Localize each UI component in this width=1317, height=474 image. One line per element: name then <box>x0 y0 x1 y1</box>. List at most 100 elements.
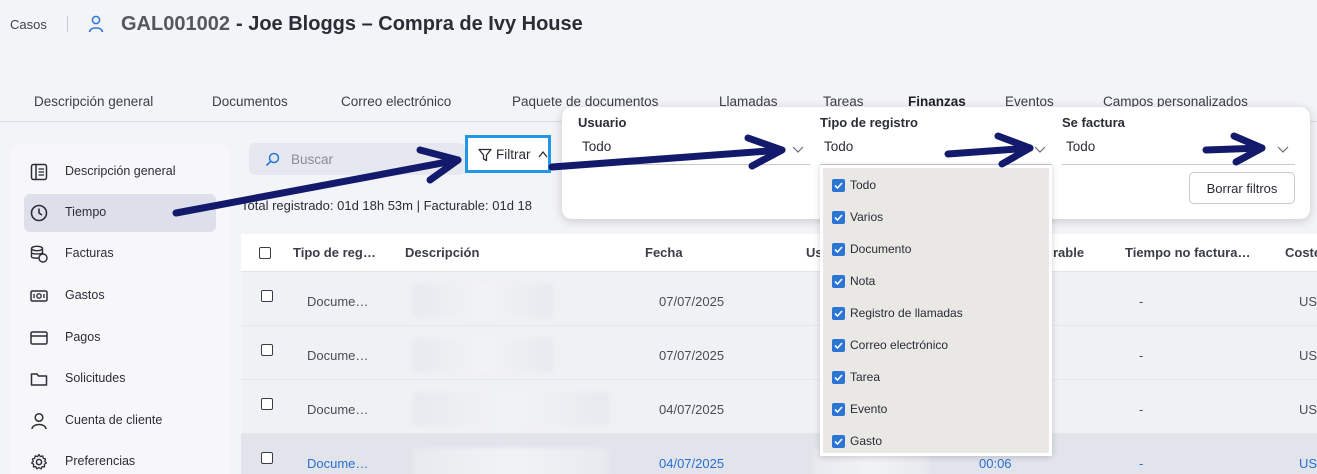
sidebar-item-label: Solicitudes <box>65 371 126 385</box>
time-totals: Total registrado: 01d 18h 53m | Facturab… <box>241 198 533 213</box>
option-call-log[interactable]: Registro de llamadas <box>832 304 1042 324</box>
case-title: - Joe Bloggs – Compra de Ivy House <box>236 13 583 35</box>
sidebar-item-client-account[interactable]: Cuenta de cliente <box>24 402 216 440</box>
redacted-description <box>413 338 553 372</box>
redacted-description <box>413 284 553 318</box>
finance-sidebar: Descripción general Tiempo Facturas Gast… <box>10 144 230 474</box>
sidebar-item-invoices[interactable]: Facturas <box>24 235 216 273</box>
record-type-filter-label: Tipo de registro <box>820 115 918 130</box>
option-label: Todo <box>850 178 877 192</box>
table-row[interactable]: Docume… 04/07/2025 00:06 - US$ <box>241 434 1317 474</box>
row-non-billable: - <box>1139 402 1144 417</box>
sidebar-item-preferences[interactable]: Preferencias <box>24 443 216 474</box>
clear-filters-button[interactable]: Borrar filtros <box>1189 172 1295 204</box>
sidebar-item-time[interactable]: Tiempo <box>24 194 216 232</box>
option-label: Varios <box>850 210 884 224</box>
invoiced-filter-select[interactable]: Todo <box>1062 139 1295 165</box>
sidebar-item-requests[interactable]: Solicitudes <box>24 360 216 398</box>
option-expense[interactable]: Gasto <box>832 432 1042 452</box>
user-filter-label: Usuario <box>578 115 627 130</box>
column-record-type[interactable]: Tipo de reg… <box>293 245 376 260</box>
row-record-type: Docume… <box>307 348 369 363</box>
case-id: GAL001002 <box>121 13 230 35</box>
breadcrumb-divider <box>67 16 68 32</box>
sidebar-item-label: Tiempo <box>65 205 107 219</box>
row-date: 04/07/2025 <box>659 402 725 417</box>
option-task[interactable]: Tarea <box>832 368 1042 388</box>
row-checkbox[interactable] <box>261 344 273 356</box>
row-checkbox[interactable] <box>261 398 273 410</box>
checkbox-checked-icon <box>832 275 845 288</box>
option-email[interactable]: Correo electrónico <box>832 336 1042 356</box>
chevron-down-icon <box>1277 146 1289 153</box>
row-non-billable: - <box>1139 456 1144 471</box>
tab-overview[interactable]: Descripción general <box>34 94 153 109</box>
search-input[interactable] <box>291 149 451 169</box>
column-description[interactable]: Descripción <box>405 245 479 260</box>
sidebar-item-payments[interactable]: Pagos <box>24 319 216 357</box>
filter-button[interactable]: Filtrar <box>465 135 551 173</box>
column-billable[interactable]: rable <box>1053 245 1084 260</box>
breadcrumb-cases[interactable]: Casos <box>10 17 47 32</box>
table-row[interactable]: Docume… 07/07/2025 - US$ <box>241 272 1317 326</box>
row-record-type: Docume… <box>307 294 369 309</box>
option-misc[interactable]: Varios <box>832 208 1042 228</box>
sidebar-item-label: Pagos <box>65 330 101 344</box>
overview-icon <box>30 163 48 181</box>
checkbox-checked-icon <box>832 371 845 384</box>
row-cost: US$ <box>1299 348 1317 363</box>
row-cost: US$ <box>1299 456 1317 471</box>
card-icon <box>30 331 48 345</box>
option-label: Nota <box>850 274 876 288</box>
coins-icon <box>30 245 48 263</box>
row-date: 07/07/2025 <box>659 294 725 309</box>
person-icon <box>31 412 47 430</box>
record-type-filter-value: Todo <box>824 139 854 154</box>
redacted-description <box>413 448 609 474</box>
sidebar-item-label: Cuenta de cliente <box>65 413 163 427</box>
column-date[interactable]: Fecha <box>645 245 683 260</box>
case-header: Casos GAL001002 - Joe Bloggs – Compra de… <box>0 0 1317 60</box>
filter-label: Filtrar <box>496 147 531 162</box>
user-filter-value: Todo <box>582 139 612 154</box>
search-box[interactable] <box>249 143 465 175</box>
invoiced-filter-label: Se factura <box>1062 115 1125 130</box>
sidebar-item-overview[interactable]: Descripción general <box>24 153 216 191</box>
row-checkbox[interactable] <box>261 290 273 302</box>
row-record-type: Docume… <box>307 456 369 471</box>
option-event[interactable]: Evento <box>832 400 1042 420</box>
option-all[interactable]: Todo <box>832 176 1042 196</box>
tab-documents[interactable]: Documentos <box>212 94 288 109</box>
table-header: Tipo de reg… Descripción Fecha Us rable … <box>241 234 1317 272</box>
sidebar-item-label: Gastos <box>65 288 105 302</box>
option-label: Registro de llamadas <box>850 306 963 320</box>
checkbox-checked-icon <box>832 307 845 320</box>
record-type-filter-select[interactable]: Todo <box>820 139 1052 165</box>
banknote-icon <box>30 290 48 302</box>
redacted-description <box>413 392 609 426</box>
tab-email[interactable]: Correo electrónico <box>341 94 451 109</box>
checkbox-checked-icon <box>832 179 845 192</box>
sidebar-item-expenses[interactable]: Gastos <box>24 277 216 315</box>
table-row[interactable]: Docume… 04/07/2025 - US$ <box>241 380 1317 434</box>
folder-icon <box>30 373 48 386</box>
select-all-checkbox[interactable] <box>259 247 271 259</box>
sidebar-item-label: Facturas <box>65 246 114 260</box>
filter-icon <box>478 148 492 162</box>
checkbox-checked-icon <box>832 211 845 224</box>
option-note[interactable]: Nota <box>832 272 1042 292</box>
row-checkbox[interactable] <box>261 452 273 464</box>
table-row[interactable]: Docume… 07/07/2025 - US$ <box>241 326 1317 380</box>
option-document[interactable]: Documento <box>832 240 1042 260</box>
column-cost[interactable]: Coste <box>1285 245 1317 260</box>
row-non-billable: - <box>1139 294 1144 309</box>
checkbox-checked-icon <box>832 435 845 448</box>
checkbox-checked-icon <box>832 243 845 256</box>
chevron-down-icon <box>1034 146 1046 153</box>
option-label: Evento <box>850 402 888 416</box>
row-billable: 00:06 <box>979 456 1012 471</box>
option-label: Tarea <box>850 370 881 384</box>
column-non-billable-time[interactable]: Tiempo no factura… <box>1125 245 1250 260</box>
user-filter-select[interactable]: Todo <box>578 139 810 165</box>
sidebar-item-label: Descripción general <box>65 164 176 178</box>
